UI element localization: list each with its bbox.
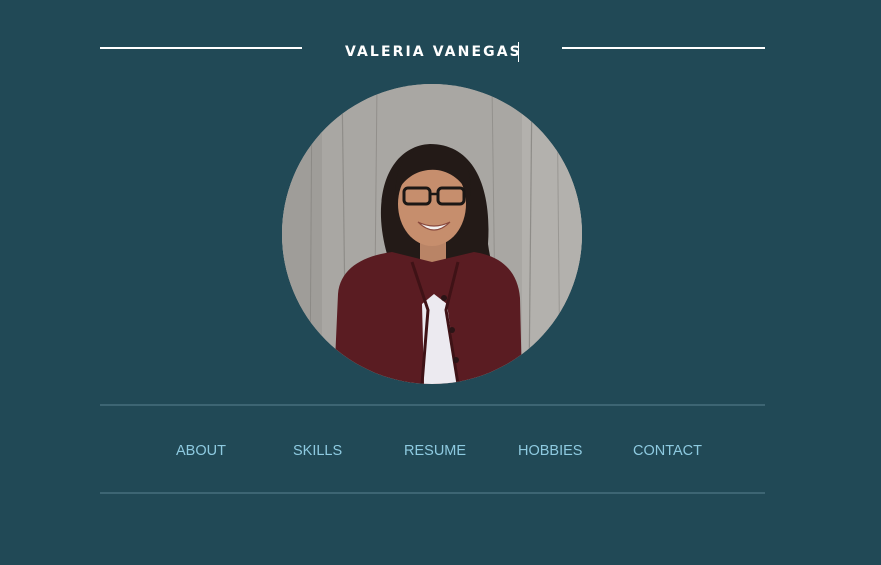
nav-link-resume[interactable]: RESUME bbox=[404, 440, 466, 462]
nav-link-about[interactable]: ABOUT bbox=[176, 440, 226, 462]
profile-photo-illustration bbox=[282, 84, 582, 384]
nav-divider-top bbox=[100, 404, 765, 406]
page: VALERIA VANEGAS ABOUT SKILLS RESUME HOBB… bbox=[0, 0, 881, 565]
header-rule-left bbox=[100, 47, 302, 49]
main-nav: ABOUT SKILLS RESUME HOBBIES CONTACT bbox=[0, 440, 881, 462]
nav-link-skills[interactable]: SKILLS bbox=[293, 440, 342, 462]
profile-photo bbox=[282, 84, 582, 384]
nav-link-contact[interactable]: CONTACT bbox=[633, 440, 702, 462]
header-rule-right bbox=[562, 47, 765, 49]
text-cursor bbox=[518, 42, 519, 62]
site-title: VALERIA VANEGAS bbox=[345, 44, 522, 60]
nav-link-hobbies[interactable]: HOBBIES bbox=[518, 440, 582, 462]
nav-divider-bottom bbox=[100, 492, 765, 494]
